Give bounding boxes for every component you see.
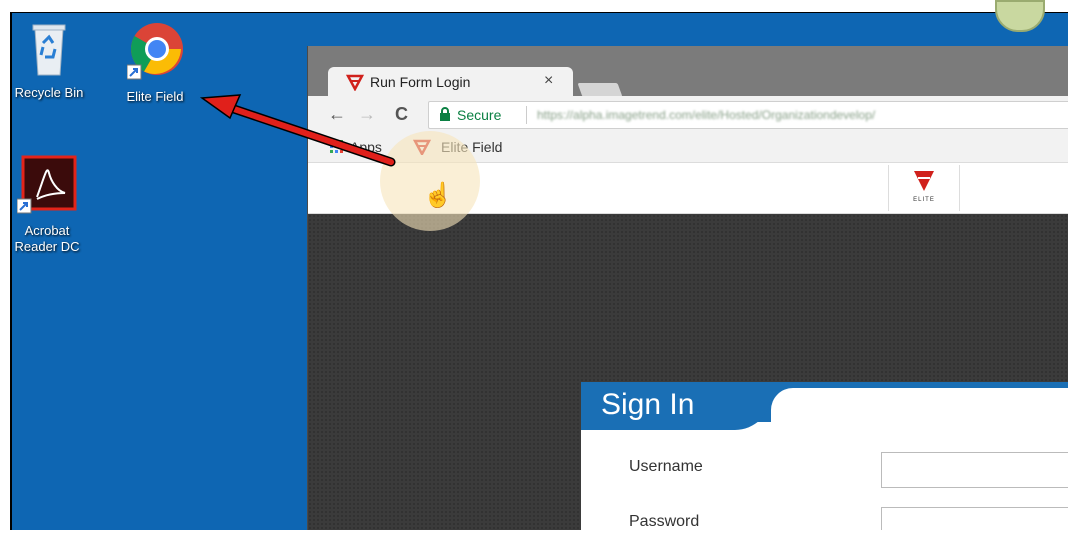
red-arrow-annotation	[199, 94, 396, 167]
hand-cursor-icon: ☝	[423, 182, 453, 209]
desktop: Recycle Bin Elite Field Acrobat Reader D…	[0, 0, 1068, 534]
